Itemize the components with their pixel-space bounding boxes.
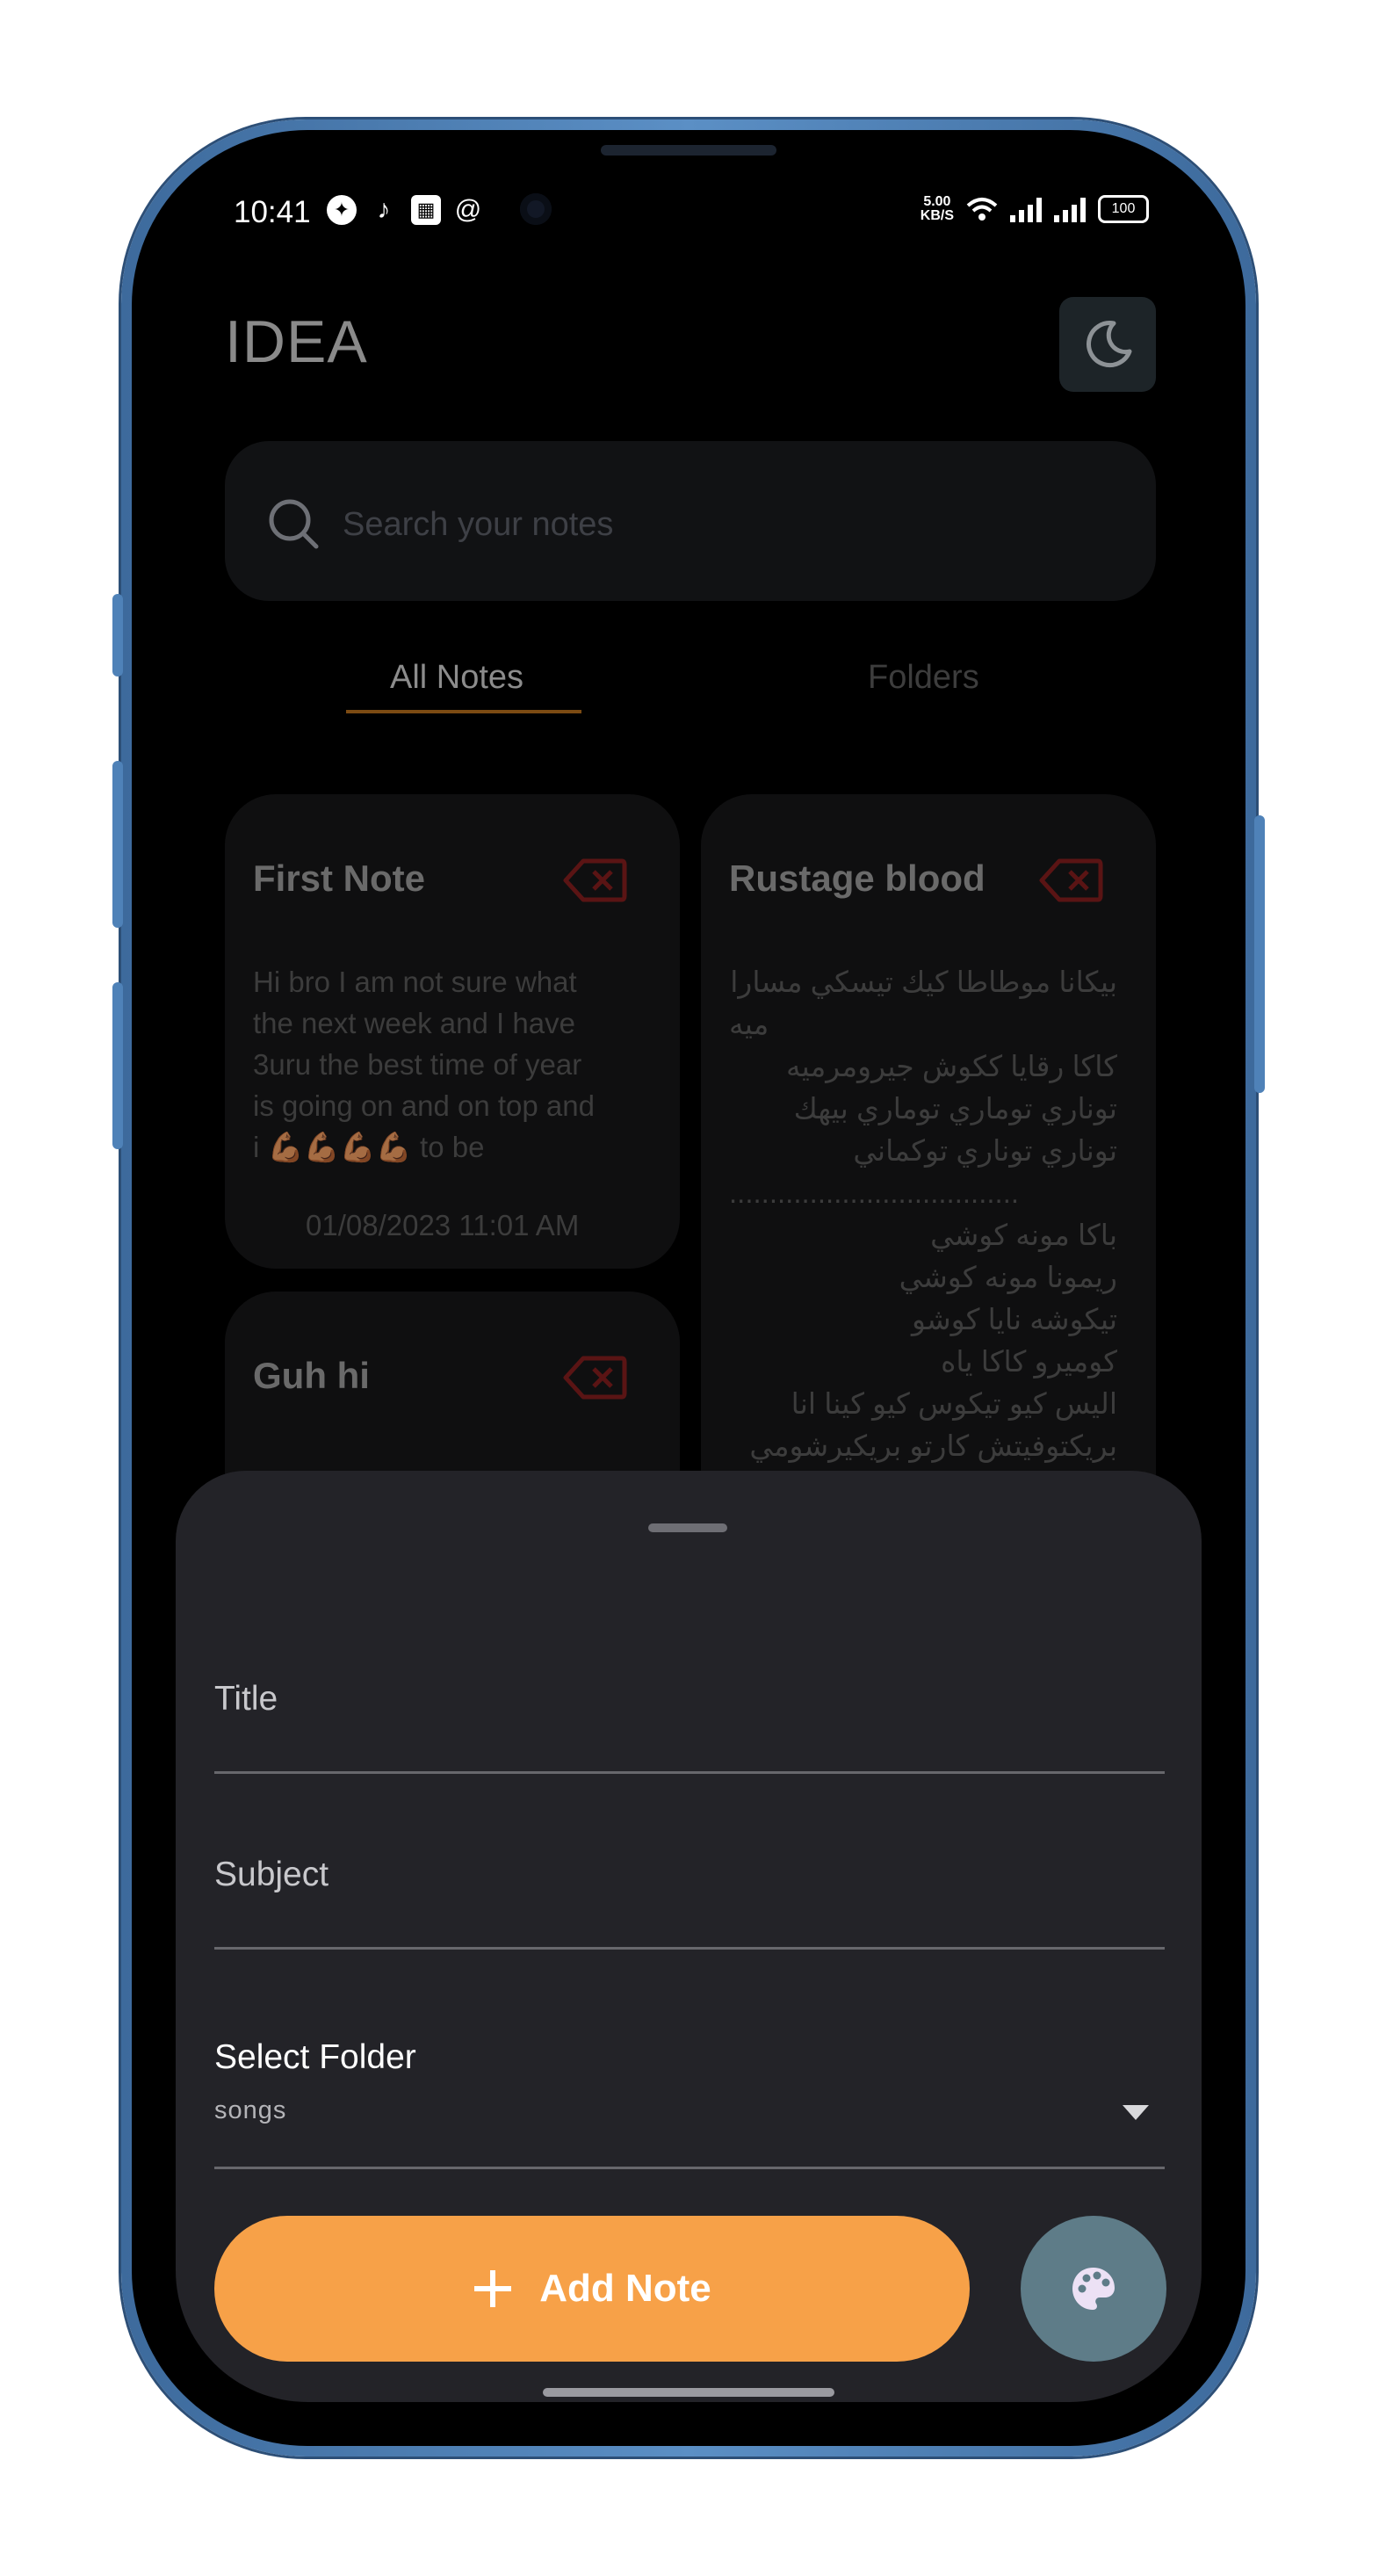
note-body-line: تيكوشه نايا كوشو	[911, 1303, 1117, 1335]
volume-down-button	[112, 982, 123, 1149]
app-title: IDEA	[225, 308, 368, 375]
note-body: Hi bro I am not sure what the next week …	[253, 961, 595, 1168]
note-title: Rustage blood	[729, 857, 986, 899]
color-palette-button[interactable]	[1021, 2216, 1166, 2362]
note-body-line: is going on and on top and	[253, 1089, 595, 1122]
tiktok-icon: ♪	[377, 195, 391, 224]
select-folder-dropdown[interactable]: songs	[214, 2096, 286, 2125]
tab-folders[interactable]: Folders	[868, 659, 979, 697]
note-body-line: بريكتوفيتش كارتو بريكيرشومي	[749, 1429, 1117, 1462]
wifi-icon	[966, 198, 998, 221]
note-body-line: توناري توناري توكماني	[853, 1134, 1117, 1167]
note-body-line: بيكانا موطاطا كيك تيسكي مسارا	[730, 966, 1117, 998]
note-date: 01/08/2023 11:01 AM	[306, 1209, 580, 1241]
note-body-line: باكا مونه كوشي	[930, 1219, 1117, 1251]
power-button	[1254, 815, 1265, 1093]
home-indicator[interactable]	[543, 2388, 834, 2397]
volume-silent-button	[112, 594, 123, 677]
delete-note-icon[interactable]	[1038, 857, 1103, 903]
network-speed-value: 5.00	[923, 194, 951, 209]
front-camera-icon	[520, 193, 552, 225]
search-bar[interactable]: Search your notes	[225, 441, 1156, 601]
messenger-icon: ✦	[327, 195, 357, 225]
network-speed-unit: KB/S	[920, 208, 954, 223]
status-time: 10:41	[234, 195, 311, 229]
note-body-line: ....................................	[729, 1176, 1020, 1209]
note-body-line: اليس كيو تيكوس كيو كينا انا	[791, 1387, 1117, 1420]
subject-field[interactable]: Subject	[214, 1856, 329, 1894]
select-folder-label: Select Folder	[214, 2038, 416, 2076]
battery-icon: 100	[1098, 195, 1149, 223]
search-icon	[269, 499, 319, 549]
chevron-down-icon[interactable]	[1123, 2105, 1149, 2120]
note-body-line: كاكا رقايا ككوش جيرومرميه	[785, 1050, 1117, 1082]
note-body-line: ريمونا مونه كوشي	[899, 1261, 1117, 1293]
note-body-line: Hi bro I am not sure what	[253, 966, 577, 998]
threads-icon: @	[454, 195, 482, 224]
camera-notch	[474, 174, 905, 265]
note-body-line: the next week and I have	[253, 1007, 575, 1039]
note-body-line: i 💪🏾💪🏾💪🏾💪🏾 to be	[253, 1131, 485, 1163]
add-note-sheet: Title Subject Select Folder songs Add No…	[176, 1471, 1202, 2402]
folder-field-underline	[214, 2167, 1165, 2169]
earpiece-speaker	[601, 145, 776, 156]
plus-icon	[474, 2270, 512, 2307]
note-body-line: كوميرو كاكا ياه	[941, 1345, 1117, 1378]
note-card[interactable]: Rustage blood بيكانا موطاطا كيك تيسكي مس…	[701, 794, 1156, 1532]
note-body-line: ميه	[729, 1008, 769, 1040]
title-field-underline	[214, 1771, 1165, 1774]
theme-toggle-button[interactable]	[1059, 297, 1156, 392]
title-field[interactable]: Title	[214, 1680, 278, 1719]
search-input[interactable]: Search your notes	[343, 506, 613, 544]
volume-up-button	[112, 761, 123, 928]
active-tab-indicator	[346, 710, 581, 713]
add-note-label: Add Note	[539, 2267, 711, 2310]
subject-field-underline	[214, 1947, 1165, 1950]
signal-icon-1	[1010, 196, 1042, 222]
note-title: First Note	[253, 857, 426, 899]
note-body-line: 3uru the best time of year	[253, 1048, 582, 1081]
add-note-button[interactable]: Add Note	[214, 2216, 970, 2362]
palette-icon	[1072, 2268, 1115, 2310]
note-card[interactable]: First Note Hi bro I am not sure what the…	[225, 794, 680, 1269]
note-body: بيكانا موطاطا كيك تيسكي مسارا ميه كاكا ر…	[729, 961, 1117, 1467]
notification-app-icon: ▦	[411, 195, 441, 225]
status-indicators: 5.00 KB/S 100	[921, 195, 1149, 223]
delete-note-icon[interactable]	[562, 1355, 627, 1400]
note-body-line: توناري توماري توماري بيهك	[793, 1092, 1117, 1125]
network-speed: 5.00 KB/S	[921, 195, 954, 223]
notification-icons: ✦ ♪ ▦ @	[327, 195, 483, 225]
drag-handle[interactable]	[648, 1523, 727, 1532]
signal-icon-2	[1054, 196, 1086, 222]
delete-note-icon[interactable]	[562, 857, 627, 903]
note-title: Guh hi	[253, 1355, 370, 1396]
moon-icon	[1087, 321, 1132, 368]
tab-all-notes[interactable]: All Notes	[390, 659, 523, 697]
